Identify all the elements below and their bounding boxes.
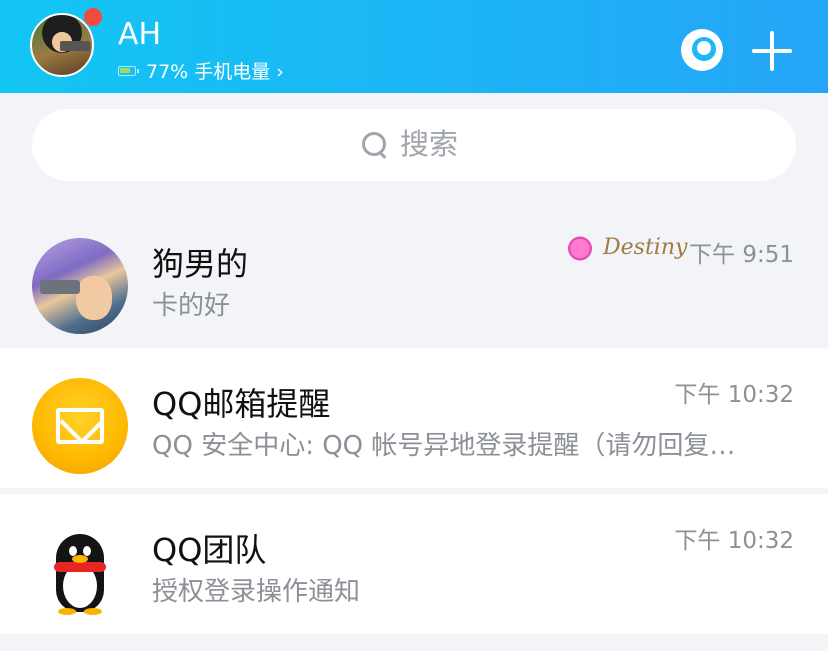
moon-icon[interactable] (681, 29, 723, 71)
username[interactable]: AH (118, 17, 161, 53)
battery-icon (118, 66, 139, 76)
conversation-preview: 授权登录操作通知 (152, 577, 361, 607)
gem-badge-icon (563, 232, 597, 262)
search-placeholder: 搜索 (400, 127, 459, 161)
conversation-time: 下午 10:32 (674, 528, 794, 554)
conversation-name: QQ团队 (152, 531, 267, 569)
penguin-icon (32, 524, 128, 620)
plus-icon[interactable] (752, 31, 792, 71)
conversation-time: 下午 9:51 (689, 242, 794, 268)
conversation-name: QQ邮箱提醒 (152, 385, 331, 423)
top-header: AH 77% 手机电量 › (0, 0, 828, 93)
contact-avatar (32, 238, 128, 334)
destiny-badge: Destiny (603, 235, 688, 260)
conversation-item[interactable]: QQ邮箱提醒 QQ 安全中心: QQ 帐号异地登录提醒（请勿回复… 下午 10:… (0, 348, 828, 488)
phone-battery-link[interactable]: 77% 手机电量 › (146, 60, 284, 84)
conversation-time: 下午 10:32 (674, 382, 794, 408)
my-avatar[interactable] (30, 13, 94, 77)
search-icon (362, 132, 388, 158)
avatar-art (60, 41, 90, 51)
conversation-name: 狗男的 (152, 245, 249, 283)
conversation-item[interactable]: QQ团队 授权登录操作通知 下午 10:32 (0, 494, 828, 634)
conversation-preview: QQ 安全中心: QQ 帐号异地登录提醒（请勿回复… (152, 431, 736, 461)
conversation-preview: 卡的好 (152, 291, 231, 321)
conversation-item[interactable]: 狗男的 卡的好 下午 9:51 (0, 208, 828, 348)
mail-icon (32, 378, 128, 474)
notification-dot (84, 8, 102, 26)
